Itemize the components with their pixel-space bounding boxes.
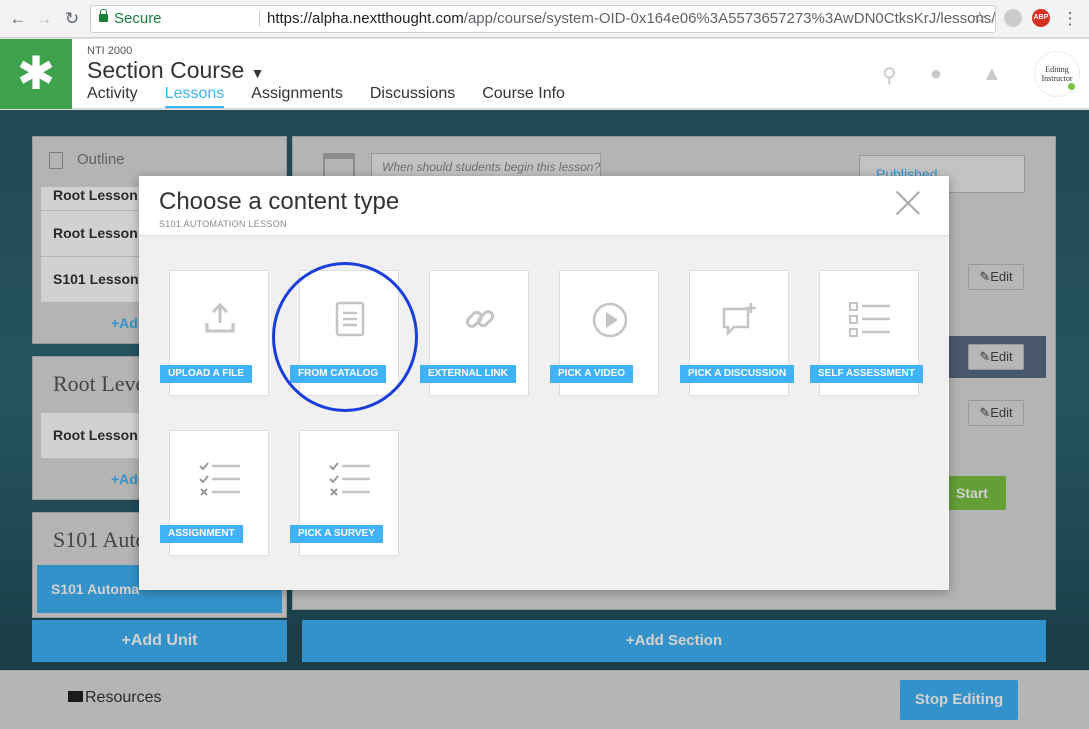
course-tabs: Activity Lessons Assignments Discussions… [87,85,592,108]
option-label: EXTERNAL LINK [420,365,516,383]
chevron-down-icon: ▼ [250,65,265,81]
dialog-title: Choose a content type [159,188,400,215]
dialog-header: Choose a content type S101 AUTOMATION LE… [139,176,949,236]
self-assessment-option[interactable]: SELF ASSESSMENT [810,270,923,396]
bookmark-star-icon[interactable]: ☆ [973,6,987,32]
upload-icon [170,301,270,341]
option-label: SELF ASSESSMENT [810,365,923,383]
assignment-option[interactable]: ASSIGNMENT [160,430,270,556]
discussion-add-icon [690,301,790,341]
highlight-circle [272,262,418,412]
option-label: PICK A VIDEO [550,365,634,383]
tab-lessons[interactable]: Lessons [164,85,225,108]
adblock-icon[interactable]: ABP [1032,9,1050,27]
menu-icon[interactable]: ⋮ [1060,8,1080,30]
tab-discussions[interactable]: Discussions [370,85,455,108]
forward-icon[interactable]: → [34,8,54,30]
tab-assignments[interactable]: Assignments [251,85,343,108]
upload-file-option[interactable]: UPLOAD A FILE [160,270,270,396]
link-icon [430,301,530,341]
course-number: NTI 2000 [87,45,133,57]
address-bar[interactable]: Secure https://alpha.nextthought.com/app… [90,5,996,33]
pick-discussion-option[interactable]: PICK A DISCUSSION [680,270,795,396]
cloud-extension-icon[interactable] [1004,9,1022,27]
secure-indicator: Secure [99,6,162,32]
back-icon[interactable]: ← [8,8,28,30]
url-text: https://alpha.nextthought.com/app/course… [267,10,996,27]
external-link-option[interactable]: EXTERNAL LINK [420,270,530,396]
option-label: ASSIGNMENT [160,525,243,543]
tab-activity[interactable]: Activity [87,85,138,108]
reload-icon[interactable]: ↻ [62,8,82,30]
close-icon[interactable] [895,190,921,216]
search-icon[interactable]: ⚲ [882,63,897,88]
pick-video-option[interactable]: PICK A VIDEO [550,270,660,396]
browser-toolbar: ← → ↻ Secure https://alpha.nextthought.c… [0,0,1089,38]
assignment-icon [170,461,270,501]
online-status-icon [1068,83,1075,90]
avatar[interactable]: Editing Instructor [1034,51,1080,97]
chat-icon[interactable]: ● [930,63,942,86]
dialog-subtitle: S101 AUTOMATION LESSON [159,219,287,229]
survey-icon [300,461,400,501]
pick-survey-option[interactable]: PICK A SURVEY [290,430,400,556]
notifications-icon[interactable]: ▲ [982,63,1002,86]
course-title[interactable]: Section Course ▼ [87,57,265,84]
option-label: UPLOAD A FILE [160,365,252,383]
lock-icon [99,9,108,22]
option-label: PICK A DISCUSSION [680,365,795,383]
play-icon [560,301,660,341]
app-logo-icon[interactable]: ✱ [0,39,72,109]
checklist-icon [820,301,920,341]
app-header: ✱ NTI 2000 Section Course ▼ Activity Les… [0,39,1089,109]
tab-course-info[interactable]: Course Info [482,85,565,108]
option-label: PICK A SURVEY [290,525,383,543]
